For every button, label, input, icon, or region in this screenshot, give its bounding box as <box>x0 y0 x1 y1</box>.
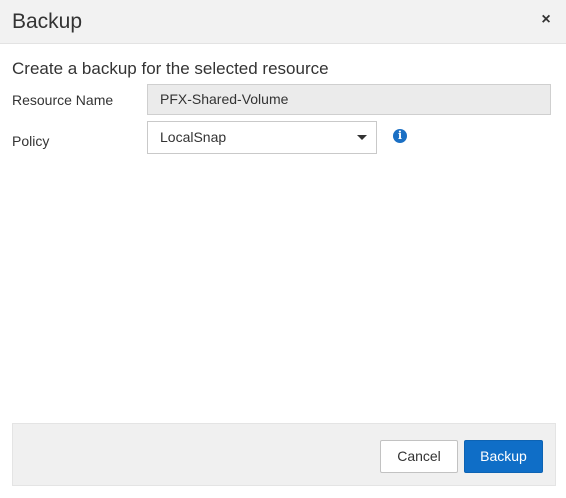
policy-select[interactable]: LocalSnap <box>147 121 377 154</box>
backup-dialog: Backup × Create a backup for the selecte… <box>0 0 566 498</box>
policy-label: Policy <box>12 133 50 149</box>
resource-name-label: Resource Name <box>12 92 114 108</box>
info-icon[interactable]: i <box>393 129 407 143</box>
cancel-button[interactable]: Cancel <box>380 440 458 473</box>
dialog-header: Backup × <box>0 0 566 44</box>
close-icon[interactable]: × <box>536 10 556 30</box>
dialog-footer: Cancel Backup <box>12 423 556 486</box>
resource-name-field: PFX-Shared-Volume <box>147 84 551 115</box>
backup-button[interactable]: Backup <box>464 440 543 473</box>
dialog-subtitle: Create a backup for the selected resourc… <box>12 59 329 78</box>
dialog-title: Backup <box>12 10 83 33</box>
caret-down-icon <box>357 135 367 140</box>
policy-selected-value: LocalSnap <box>160 129 227 145</box>
